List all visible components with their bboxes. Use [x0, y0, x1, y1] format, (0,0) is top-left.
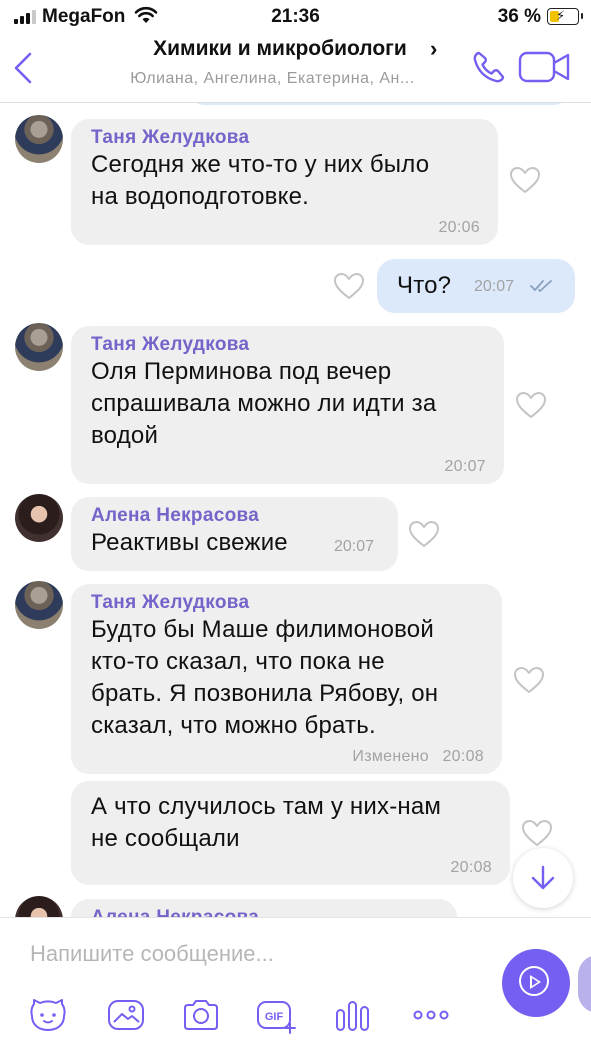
- arrow-down-icon: [531, 865, 555, 890]
- message-line: не сообщали: [91, 825, 240, 852]
- message-bubble[interactable]: Таня Желудкова Оля Перминова под вечер с…: [71, 326, 504, 484]
- sender-name[interactable]: Алена Некрасова: [91, 505, 259, 527]
- chat-title[interactable]: Химики и микробиологи: [90, 37, 470, 61]
- message-bubble[interactable]: А что случилось там у них-нам не сообщал…: [71, 781, 510, 885]
- like-heart-icon[interactable]: [514, 390, 548, 420]
- like-heart-icon[interactable]: [407, 519, 441, 549]
- video-camera-icon: [518, 51, 570, 83]
- message-line: водой: [91, 422, 159, 449]
- message-input[interactable]: [30, 936, 470, 972]
- camera-button[interactable]: [181, 996, 221, 1034]
- sender-name[interactable]: Таня Желудкова: [91, 127, 249, 149]
- video-call-button[interactable]: [518, 49, 572, 85]
- poll-button[interactable]: [333, 996, 373, 1034]
- message-time: 20:08: [450, 859, 492, 876]
- sticker-button[interactable]: [28, 996, 68, 1034]
- message-line: на водоподготовке.: [91, 183, 309, 210]
- title-chevron-icon[interactable]: ›: [430, 36, 437, 62]
- chat-header: Химики и микробиологи › Юлиана, Ангелина…: [0, 34, 591, 103]
- message-line: спрашивала можно ли идти за: [91, 390, 437, 417]
- like-heart-icon[interactable]: [332, 271, 366, 301]
- gif-label: GIF: [265, 1011, 284, 1023]
- poll-icon: [336, 1001, 369, 1031]
- chat-participants[interactable]: Юлиана, Ангелина, Екатерина, Ан...: [100, 70, 445, 88]
- avatar[interactable]: [15, 896, 63, 917]
- message-time: 20:07: [334, 538, 375, 555]
- message-line: сказал, что можно брать.: [91, 712, 376, 739]
- gif-button[interactable]: GIF: [256, 996, 296, 1034]
- sender-name[interactable]: Таня Желудкова: [91, 592, 249, 614]
- status-bar: MegaFon 21:36 36 % ⚡: [0, 0, 591, 34]
- back-chevron-icon: [14, 52, 32, 84]
- scroll-to-bottom-button[interactable]: [513, 848, 573, 908]
- message-bubble[interactable]: Алена Некрасова: [71, 899, 457, 917]
- back-button[interactable]: [8, 48, 42, 88]
- message-line: кто-то сказал, что пока не: [91, 648, 385, 675]
- message-line: брать. Я позвонила Рябову, он: [91, 680, 439, 707]
- message-time: 20:08: [442, 748, 484, 765]
- send-button[interactable]: [502, 949, 570, 1017]
- battery-icon: ⚡: [547, 8, 583, 25]
- message-bubble[interactable]: Таня Желудкова Сегодня же что-то у них б…: [71, 119, 498, 245]
- avatar[interactable]: [15, 115, 63, 163]
- avatar[interactable]: [15, 494, 63, 542]
- message-list[interactable]: Таня Желудкова Сегодня же что-то у них б…: [0, 103, 591, 917]
- phone-icon: [473, 51, 505, 83]
- read-receipt-icon: [530, 280, 552, 292]
- previous-outgoing-bubble: [188, 103, 570, 105]
- message-bubble[interactable]: Таня Желудкова Будто бы Маше филимоновой…: [71, 584, 502, 774]
- message-line: Оля Перминова под вечер: [91, 358, 392, 385]
- message-line: А что случилось там у них-нам: [91, 793, 442, 820]
- like-heart-icon[interactable]: [520, 818, 554, 848]
- message-line: Будто бы Маше филимоновой: [91, 616, 434, 643]
- battery-percent: 36 %: [497, 6, 541, 27]
- charging-bolt-icon: ⚡: [556, 8, 566, 23]
- outgoing-message-bubble[interactable]: Что? 20:07: [377, 259, 575, 313]
- more-icon: [413, 1010, 449, 1020]
- message-text: Реактивы свежие: [91, 529, 288, 556]
- send-icon: [530, 975, 541, 989]
- message-composer: GIF: [0, 917, 591, 1051]
- message-text: Что?: [397, 272, 452, 299]
- gallery-button[interactable]: [106, 996, 146, 1034]
- sender-name[interactable]: Таня Желудкова: [91, 334, 249, 356]
- message-line: Сегодня же что-то у них было: [91, 151, 430, 178]
- avatar[interactable]: [15, 323, 63, 371]
- message-time: 20:07: [474, 278, 515, 295]
- sender-name[interactable]: Алена Некрасова: [91, 907, 259, 917]
- like-heart-icon[interactable]: [512, 665, 546, 695]
- message-bubble[interactable]: Алена Некрасова Реактивы свежие 20:07: [71, 497, 398, 571]
- like-heart-icon[interactable]: [508, 165, 542, 195]
- avatar[interactable]: [15, 581, 63, 629]
- message-time: 20:07: [444, 458, 486, 475]
- call-button[interactable]: [470, 48, 508, 86]
- sticker-icon: [30, 999, 66, 1031]
- message-time: 20:06: [438, 219, 480, 236]
- edited-label: Изменено: [352, 748, 429, 765]
- gallery-icon: [108, 1000, 144, 1030]
- more-button[interactable]: [411, 996, 451, 1034]
- camera-icon: [184, 1000, 218, 1030]
- voice-button[interactable]: [578, 955, 591, 1013]
- gif-icon: GIF: [257, 1001, 296, 1034]
